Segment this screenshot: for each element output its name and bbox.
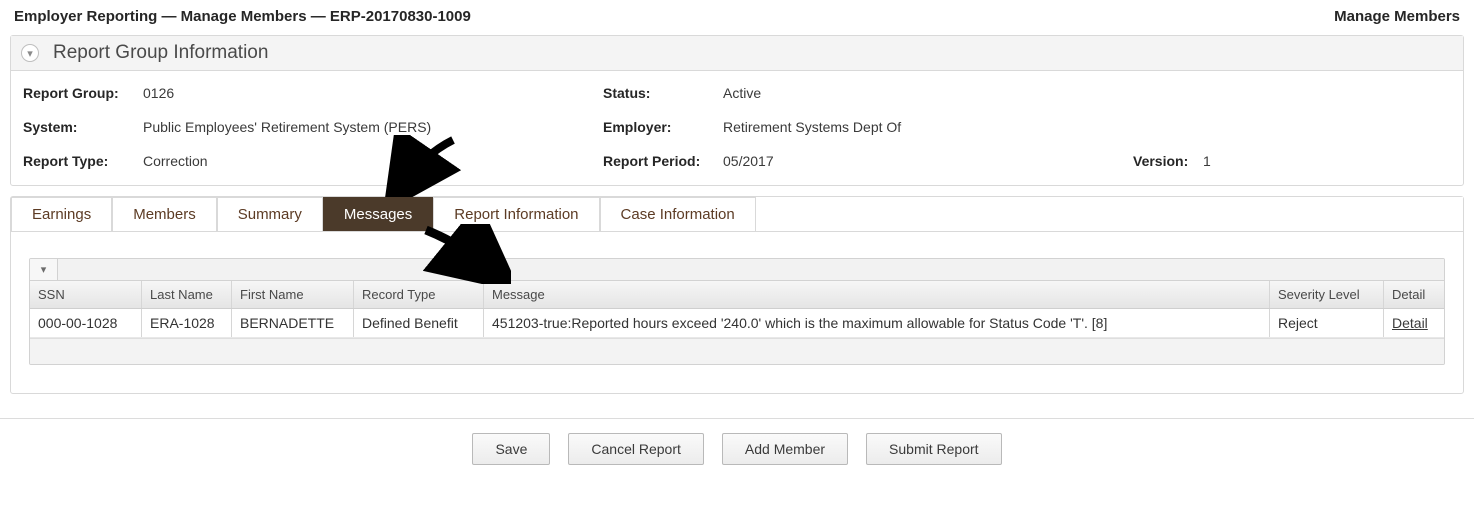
col-ssn[interactable]: SSN [30,281,142,308]
action-bar: Save Cancel Report Add Member Submit Rep… [0,419,1474,475]
tab-report-information[interactable]: Report Information [433,197,599,231]
add-member-button[interactable]: Add Member [722,433,848,465]
cancel-report-button[interactable]: Cancel Report [568,433,704,465]
save-button[interactable]: Save [472,433,550,465]
grid-toolbar: ▾ [30,259,1444,281]
status-value: Active [723,85,761,101]
system-value: Public Employees' Retirement System (PER… [143,119,431,135]
cell-ssn: 000-00-1028 [30,309,142,337]
page-title: Manage Members [1334,8,1460,25]
col-detail[interactable]: Detail [1384,281,1444,308]
report-type-value: Correction [143,153,208,169]
report-group-value: 0126 [143,85,174,101]
col-severity[interactable]: Severity Level [1270,281,1384,308]
tab-summary[interactable]: Summary [217,197,323,231]
table-row[interactable]: 000-00-1028 ERA-1028 BERNADETTE Defined … [30,309,1444,338]
col-first-name[interactable]: First Name [232,281,354,308]
status-label: Status: [603,85,723,101]
tab-container: Earnings Members Summary Messages Report… [10,196,1464,394]
report-group-label: Report Group: [23,85,143,101]
system-label: System: [23,119,143,135]
tab-case-information[interactable]: Case Information [600,197,756,231]
report-type-label: Report Type: [23,153,143,169]
report-period-value: 05/2017 [723,153,774,169]
cell-message: 451203-true:Reported hours exceed '240.0… [484,309,1270,337]
version-label: Version: [1133,153,1203,169]
submit-report-button[interactable]: Submit Report [866,433,1001,465]
cell-first-name: BERNADETTE [232,309,354,337]
messages-grid: ▾ SSN Last Name First Name Record Type M… [29,258,1445,365]
grid-header-row: SSN Last Name First Name Record Type Mes… [30,281,1444,309]
employer-value: Retirement Systems Dept Of [723,119,901,135]
report-group-panel: ▾ Report Group Information Report Group:… [10,35,1464,186]
grid-menu-icon[interactable]: ▾ [30,259,58,280]
cell-last-name: ERA-1028 [142,309,232,337]
col-last-name[interactable]: Last Name [142,281,232,308]
page-header: Employer Reporting — Manage Members — ER… [10,6,1464,35]
report-period-label: Report Period: [603,153,723,169]
tab-bar: Earnings Members Summary Messages Report… [11,197,1463,231]
chevron-down-icon[interactable]: ▾ [21,44,39,62]
cell-severity: Reject [1270,309,1384,337]
tab-messages[interactable]: Messages [323,197,433,231]
employer-label: Employer: [603,119,723,135]
tab-earnings[interactable]: Earnings [11,197,112,231]
panel-header[interactable]: ▾ Report Group Information [11,36,1463,71]
cell-record-type: Defined Benefit [354,309,484,337]
breadcrumb: Employer Reporting — Manage Members — ER… [14,8,471,25]
version-value: 1 [1203,153,1211,169]
detail-link[interactable]: Detail [1392,315,1428,331]
grid-footer [30,338,1444,364]
col-record-type[interactable]: Record Type [354,281,484,308]
col-message[interactable]: Message [484,281,1270,308]
panel-title: Report Group Information [53,42,268,64]
tab-members[interactable]: Members [112,197,217,231]
